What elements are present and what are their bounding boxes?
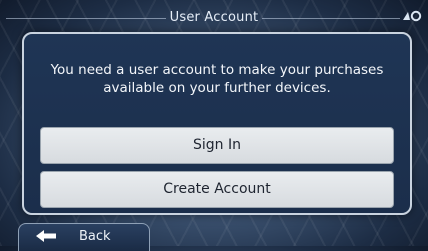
- back-button[interactable]: Back: [18, 223, 150, 251]
- title-divider-right: [262, 18, 400, 19]
- title-bar: User Account: [0, 0, 428, 30]
- back-arrow-icon: [35, 229, 57, 243]
- dialog-message: You need a user account to make your pur…: [50, 62, 384, 96]
- user-account-dialog: You need a user account to make your pur…: [22, 32, 412, 215]
- create-account-button[interactable]: Create Account: [40, 171, 394, 208]
- back-button-label: Back: [79, 229, 111, 244]
- sign-in-button[interactable]: Sign In: [40, 127, 394, 164]
- navigation-settings-icon[interactable]: [400, 8, 422, 24]
